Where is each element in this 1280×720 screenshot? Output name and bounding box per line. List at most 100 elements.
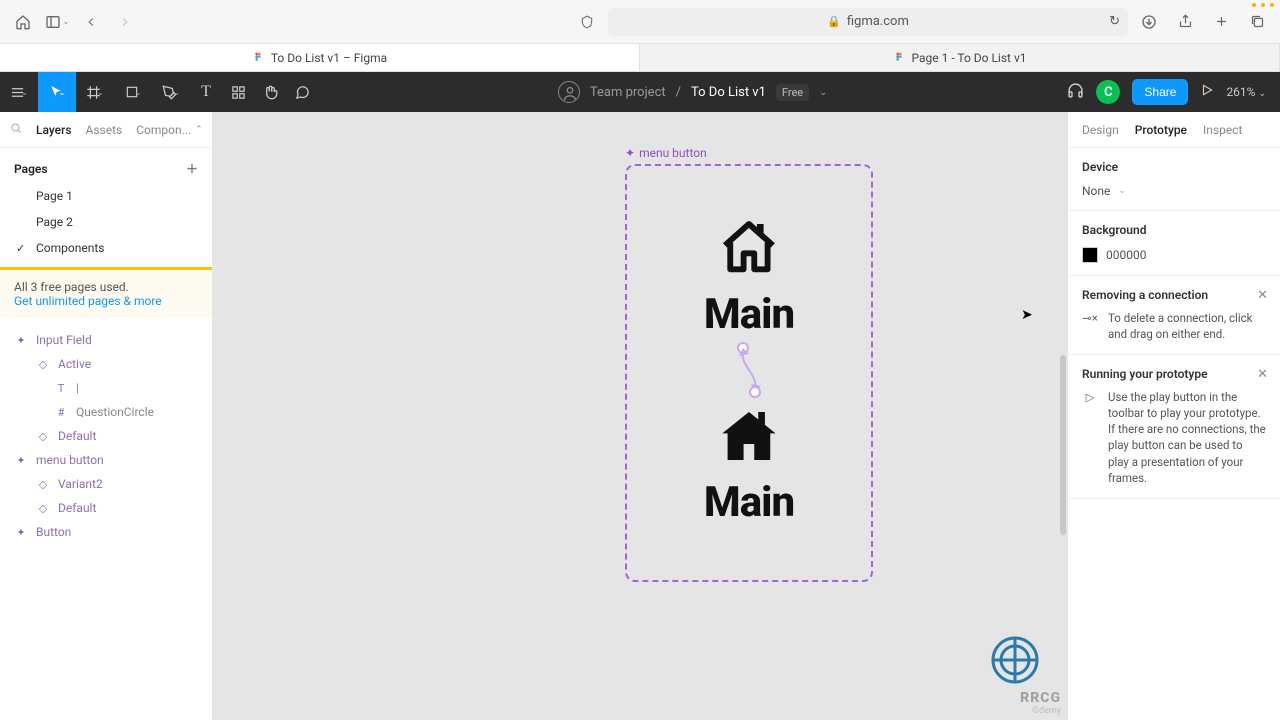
file-name[interactable]: To Do List v1 (691, 85, 766, 100)
address-bar[interactable]: 🔒 figma.com ↻ (608, 8, 1128, 36)
variant-icon: ◇ (36, 502, 50, 515)
browser-tab-1[interactable]: To Do List v1 – Figma (0, 44, 640, 71)
tab-layers[interactable]: Layers (36, 123, 72, 137)
tab-components[interactable]: Compon...⌃ (136, 123, 202, 137)
tab-assets[interactable]: Assets (86, 123, 123, 137)
page-item-selected[interactable]: Components (0, 235, 212, 261)
tab-design[interactable]: Design (1082, 123, 1119, 137)
download-icon[interactable] (1136, 9, 1162, 35)
pen-tool[interactable]: ⌄ (152, 72, 190, 112)
text-tool[interactable]: T (190, 72, 222, 112)
right-tabs: Design Prototype Inspect (1068, 112, 1280, 148)
component-set-icon: ✦ (625, 146, 635, 160)
zoom-level[interactable]: 261% ⌄ (1226, 85, 1266, 99)
variant-default[interactable]: Main (704, 216, 794, 339)
layer-component[interactable]: ✦menu button (0, 448, 212, 472)
tab-label: Page 1 - To Do List v1 (911, 51, 1026, 65)
layer-component[interactable]: ✦Button (0, 520, 212, 544)
present-icon[interactable] (1200, 83, 1214, 101)
chevron-down-icon[interactable]: ⌄ (819, 87, 827, 98)
share-icon[interactable] (1172, 9, 1198, 35)
variant-2[interactable]: Main (704, 404, 794, 527)
device-select[interactable]: None⌄ (1082, 184, 1266, 198)
interaction-connector[interactable] (729, 342, 769, 398)
tab-prototype[interactable]: Prototype (1135, 123, 1187, 137)
search-icon[interactable] (10, 122, 22, 137)
watermark: RRCG ©demy (989, 634, 1061, 716)
text-icon: T (54, 382, 68, 395)
layer-variant[interactable]: ◇Active (0, 352, 212, 376)
delete-connection-icon: ⊸× (1082, 310, 1098, 342)
frame-icon: # (54, 406, 68, 419)
resources-tool[interactable] (222, 72, 254, 112)
right-panel: Design Prototype Inspect Device None⌄ Ba… (1067, 112, 1280, 720)
house-filled-icon (717, 404, 781, 468)
add-page-icon[interactable]: ＋ (186, 160, 198, 177)
back-icon[interactable] (78, 9, 104, 35)
team-avatar-icon[interactable] (558, 81, 580, 103)
component-set-icon: ✦ (14, 334, 28, 347)
hand-tool[interactable] (254, 72, 286, 112)
bg-color-row[interactable]: 000000 (1082, 247, 1266, 263)
left-tabs: Layers Assets Compon...⌃ (0, 112, 212, 148)
figma-icon (252, 51, 265, 64)
headphones-icon[interactable] (1067, 82, 1084, 103)
upgrade-banner: All 3 free pages used. Get unlimited pag… (0, 267, 212, 318)
browser-bar: ⌄ 🔒 figma.com ↻ (0, 0, 1280, 44)
team-name[interactable]: Team project (590, 85, 666, 100)
main-menu-button[interactable]: ⌄ (0, 72, 38, 112)
plan-badge[interactable]: Free (776, 84, 809, 101)
frame-label[interactable]: ✦menu button (625, 146, 707, 160)
comment-tool[interactable] (286, 72, 318, 112)
cursor-icon: ➤ (1021, 307, 1033, 323)
house-outline-icon (717, 216, 781, 280)
figma-icon (892, 51, 905, 64)
tab-strip: To Do List v1 – Figma Page 1 - To Do Lis… (0, 44, 1280, 72)
user-avatar[interactable]: C (1096, 80, 1120, 104)
window-dots (1252, 3, 1274, 7)
shield-icon[interactable] (574, 9, 600, 35)
layer-variant[interactable]: ◇Default (0, 496, 212, 520)
share-button[interactable]: Share (1132, 79, 1188, 105)
toolbar-center: Team project / To Do List v1 Free ⌄ (318, 81, 1067, 103)
forward-icon[interactable] (112, 9, 138, 35)
device-section: Device None⌄ (1068, 148, 1280, 211)
component-set-icon: ✦ (14, 454, 28, 467)
color-swatch[interactable] (1082, 247, 1098, 263)
component-set-icon: ✦ (14, 526, 28, 539)
page-item[interactable]: Page 1 (0, 183, 212, 209)
layers-tree: ✦Input Field ◇Active T| #QuestionCircle … (0, 318, 212, 550)
frame-tool[interactable]: ⌄ (76, 72, 114, 112)
close-icon[interactable]: ✕ (1257, 288, 1268, 303)
hint-running-prototype: ✕ Running your prototype ▷ Use the play … (1068, 355, 1280, 499)
layer-text[interactable]: T| (0, 376, 212, 400)
layer-component[interactable]: ✦Input Field (0, 328, 212, 352)
canvas[interactable]: ✦menu button Main Main ➤ RRCG ©demy (213, 112, 1067, 720)
left-panel: Layers Assets Compon...⌃ Pages ＋ Page 1 … (0, 112, 213, 720)
close-icon[interactable]: ✕ (1257, 367, 1268, 382)
tab-label: To Do List v1 – Figma (271, 51, 387, 65)
url-host: figma.com (847, 14, 909, 29)
variant-icon: ◇ (36, 430, 50, 443)
layer-frame[interactable]: #QuestionCircle (0, 400, 212, 424)
variant-icon: ◇ (36, 478, 50, 491)
component-set-frame[interactable]: Main Main (625, 164, 873, 582)
tab-inspect[interactable]: Inspect (1203, 123, 1242, 137)
figma-toolbar: ⌄ ⌄ ⌄ ⌄ ⌄ T Team project / To Do List v1… (0, 72, 1280, 112)
tabs-icon[interactable] (1244, 9, 1270, 35)
move-tool[interactable]: ⌄ (38, 72, 76, 112)
pages-header: Pages ＋ (0, 154, 212, 183)
new-tab-icon[interactable] (1208, 9, 1234, 35)
browser-tab-2[interactable]: Page 1 - To Do List v1 (640, 44, 1280, 71)
shape-tool[interactable]: ⌄ (114, 72, 152, 112)
variant-icon: ◇ (36, 358, 50, 371)
upgrade-link[interactable]: Get unlimited pages & more (14, 294, 162, 308)
sidebar-icon[interactable]: ⌄ (44, 9, 70, 35)
layer-variant[interactable]: ◇Variant2 (0, 472, 212, 496)
scrollbar[interactable] (1060, 355, 1066, 535)
play-icon: ▷ (1082, 389, 1098, 486)
layer-variant[interactable]: ◇Default (0, 424, 212, 448)
reload-icon[interactable]: ↻ (1109, 14, 1120, 29)
home-icon[interactable] (10, 9, 36, 35)
page-item[interactable]: Page 2 (0, 209, 212, 235)
